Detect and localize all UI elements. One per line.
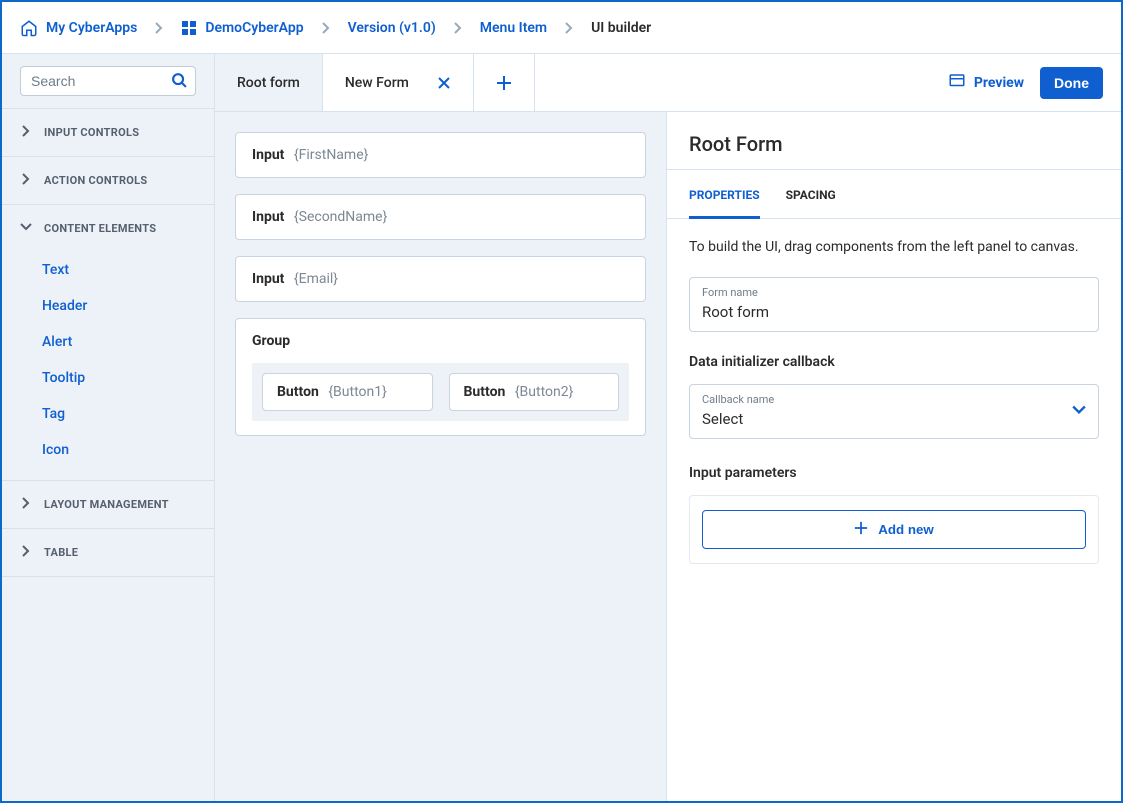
app-grid-icon bbox=[181, 20, 197, 36]
crumb-label: My CyberApps bbox=[46, 20, 137, 36]
plus-icon bbox=[496, 75, 512, 91]
sidebar-section-label: Action controls bbox=[44, 174, 148, 187]
properties-panel: Root Form Properties Spacing To build th… bbox=[666, 112, 1121, 801]
form-name-value: Root form bbox=[702, 303, 1086, 321]
properties-tabs: Properties Spacing bbox=[667, 170, 1121, 219]
sidebar-section-action-controls[interactable]: Action controls bbox=[2, 157, 214, 204]
chevron-down-icon bbox=[1072, 403, 1086, 419]
form-name-label: Form name bbox=[702, 286, 1086, 299]
crumb-label: DemoCyberApp bbox=[205, 20, 303, 36]
add-new-button[interactable]: Add new bbox=[702, 510, 1086, 549]
properties-hint: To build the UI, drag components from th… bbox=[689, 239, 1099, 255]
tab-spacing[interactable]: Spacing bbox=[786, 188, 836, 218]
chevron-down-icon bbox=[20, 221, 32, 236]
breadcrumb-home[interactable]: My CyberApps bbox=[20, 19, 137, 37]
chevron-right-icon bbox=[20, 545, 32, 560]
canvas-input-secondname[interactable]: Input {SecondName} bbox=[235, 194, 646, 240]
canvas-button-2[interactable]: Button {Button2} bbox=[449, 373, 620, 411]
sidebar-section-table[interactable]: Table bbox=[2, 529, 214, 576]
sidebar-item-alert[interactable]: Alert bbox=[2, 324, 214, 360]
add-new-label: Add new bbox=[878, 522, 934, 537]
breadcrumb-menu-item[interactable]: Menu Item bbox=[480, 20, 547, 36]
done-button[interactable]: Done bbox=[1040, 67, 1103, 99]
sidebar-section-label: Table bbox=[44, 546, 78, 559]
component-binding: {Email} bbox=[288, 271, 338, 287]
tab-new-form[interactable]: New Form bbox=[323, 54, 474, 111]
component-binding: {SecondName} bbox=[288, 209, 387, 225]
component-type: Input bbox=[252, 209, 284, 225]
canvas[interactable]: Input {FirstName} Input {SecondName} Inp… bbox=[215, 112, 666, 801]
tab-label: Root form bbox=[237, 75, 300, 91]
crumb-label: Menu Item bbox=[480, 20, 547, 36]
group-inner: Button {Button1} Button {Button2} bbox=[252, 363, 629, 421]
input-parameters-label: Input parameters bbox=[689, 465, 1099, 481]
callback-value: Select bbox=[702, 410, 774, 428]
sidebar: Input controls Action controls Content e… bbox=[2, 54, 215, 801]
tab-add[interactable] bbox=[474, 54, 535, 111]
chevron-right-icon bbox=[141, 22, 177, 34]
chevron-right-icon bbox=[308, 22, 344, 34]
chevron-right-icon bbox=[551, 22, 587, 34]
breadcrumb-version[interactable]: Version (v1.0) bbox=[348, 20, 436, 36]
preview-button[interactable]: Preview bbox=[948, 72, 1024, 94]
tabs-row: Root form New Form bbox=[215, 54, 1121, 112]
preview-label: Preview bbox=[974, 75, 1024, 91]
component-binding: {Button1} bbox=[322, 384, 387, 400]
preview-icon bbox=[948, 72, 966, 94]
component-type: Input bbox=[252, 271, 284, 287]
search-icon[interactable] bbox=[171, 72, 188, 93]
home-icon bbox=[20, 19, 38, 37]
form-name-field[interactable]: Form name Root form bbox=[689, 277, 1099, 332]
crumb-label: UI builder bbox=[591, 20, 651, 36]
breadcrumb-current: UI builder bbox=[591, 20, 651, 36]
breadcrumb: My CyberApps DemoCyberApp Version (v1.0)… bbox=[2, 2, 1121, 54]
sidebar-section-label: Content elements bbox=[44, 222, 156, 235]
component-type: Button bbox=[277, 384, 319, 400]
sidebar-item-tag[interactable]: Tag bbox=[2, 396, 214, 432]
callback-select[interactable]: Callback name Select bbox=[689, 384, 1099, 439]
properties-title: Root Form bbox=[667, 112, 1121, 170]
component-type: Button bbox=[464, 384, 506, 400]
search-input[interactable] bbox=[20, 66, 196, 96]
group-title: Group bbox=[252, 333, 629, 349]
crumb-label: Version (v1.0) bbox=[348, 20, 436, 36]
sidebar-section-label: Layout management bbox=[44, 498, 169, 511]
close-icon[interactable] bbox=[437, 76, 451, 90]
callback-section-label: Data initializer callback bbox=[689, 354, 1099, 370]
canvas-group[interactable]: Group Button {Button1} Button {Button2} bbox=[235, 318, 646, 436]
search-field bbox=[20, 66, 196, 96]
breadcrumb-app[interactable]: DemoCyberApp bbox=[181, 20, 303, 36]
plus-icon bbox=[854, 521, 868, 538]
canvas-button-1[interactable]: Button {Button1} bbox=[262, 373, 433, 411]
sidebar-item-header[interactable]: Header bbox=[2, 288, 214, 324]
chevron-right-icon bbox=[20, 125, 32, 140]
callback-label: Callback name bbox=[702, 393, 774, 406]
component-binding: {FirstName} bbox=[288, 147, 368, 163]
tab-properties[interactable]: Properties bbox=[689, 188, 760, 219]
sidebar-section-label: Input controls bbox=[44, 126, 139, 139]
chevron-right-icon bbox=[440, 22, 476, 34]
tab-label: New Form bbox=[345, 75, 409, 91]
sidebar-section-content-elements[interactable]: Content elements bbox=[2, 205, 214, 252]
sidebar-section-layout-management[interactable]: Layout management bbox=[2, 481, 214, 528]
chevron-right-icon bbox=[20, 173, 32, 188]
canvas-input-firstname[interactable]: Input {FirstName} bbox=[235, 132, 646, 178]
canvas-input-email[interactable]: Input {Email} bbox=[235, 256, 646, 302]
component-binding: {Button2} bbox=[509, 384, 574, 400]
sidebar-section-input-controls[interactable]: Input controls bbox=[2, 109, 214, 156]
canvas-column: Root form New Form bbox=[215, 54, 1121, 801]
sidebar-item-text[interactable]: Text bbox=[2, 252, 214, 288]
sidebar-item-tooltip[interactable]: Tooltip bbox=[2, 360, 214, 396]
chevron-right-icon bbox=[20, 497, 32, 512]
component-type: Input bbox=[252, 147, 284, 163]
tab-root-form[interactable]: Root form bbox=[215, 54, 323, 111]
sidebar-item-icon[interactable]: Icon bbox=[2, 432, 214, 468]
